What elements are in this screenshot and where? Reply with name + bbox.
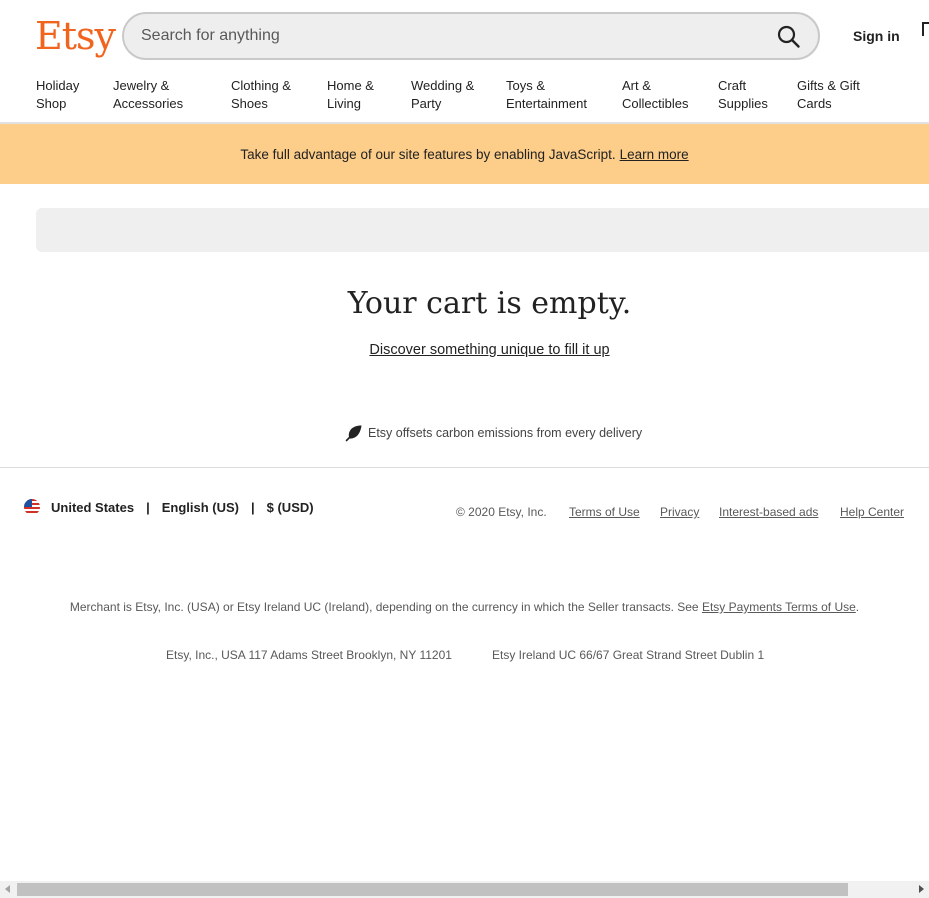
locale-region: United States xyxy=(51,499,135,515)
javascript-warning-banner: Take full advantage of our site features… xyxy=(0,124,929,184)
search-bar xyxy=(122,12,820,60)
merchant-period: . xyxy=(855,600,860,614)
nav-item-gifts-gift-cards[interactable]: Gifts & Gift Cards xyxy=(797,77,860,113)
nav-label-line: Home & xyxy=(327,78,374,93)
nav-label-line: Jewelry & xyxy=(113,78,170,93)
nav-label-line: Wedding & xyxy=(411,78,475,93)
leaf-icon xyxy=(345,424,363,442)
address-ireland: Etsy Ireland UC 66/67 Great Strand Stree… xyxy=(492,648,765,662)
nav-label-line: Accessories xyxy=(113,96,184,111)
merchant-notice: Merchant is Etsy, Inc. (USA) or Etsy Ire… xyxy=(0,600,929,614)
search-icon[interactable] xyxy=(776,24,802,50)
help-center-link[interactable]: Help Center xyxy=(840,505,904,519)
etsy-payments-terms-link[interactable]: Etsy Payments Terms of Use xyxy=(702,600,856,614)
nav-item-wedding-party[interactable]: Wedding & Party xyxy=(411,77,474,113)
discover-link[interactable]: Discover something unique to fill it up xyxy=(369,342,609,358)
address-us: Etsy, Inc., USA 117 Adams Street Brookly… xyxy=(166,648,452,662)
nav-label-line: Craft xyxy=(718,78,747,93)
merchant-text: Merchant is Etsy, Inc. (USA) or Etsy Ire… xyxy=(69,600,699,614)
nav-item-home-living[interactable]: Home & Living xyxy=(327,77,374,113)
terms-of-use-link[interactable]: Terms of Use xyxy=(569,505,640,519)
nav-label-line: Toys & xyxy=(506,78,546,93)
nav-label-line: Party xyxy=(411,96,442,111)
carbon-note-text: Etsy offsets carbon emissions from every… xyxy=(368,426,643,440)
us-flag-icon xyxy=(24,499,40,515)
locale-settings-button[interactable]: United States | English (US) | $ (USD) xyxy=(24,499,314,515)
nav-item-holiday-shop[interactable]: Holiday Shop xyxy=(36,77,79,113)
nav-item-clothing-shoes[interactable]: Clothing & Shoes xyxy=(231,77,291,113)
learn-more-link[interactable]: Learn more xyxy=(620,147,689,162)
nav-label-line: Holiday xyxy=(36,78,80,93)
scrollbar-thumb[interactable] xyxy=(17,883,848,896)
nav-item-craft-supplies[interactable]: Craft Supplies xyxy=(718,77,768,113)
cart-icon[interactable] xyxy=(922,22,929,36)
nav-item-art-collectibles[interactable]: Art & Collectibles xyxy=(622,77,688,113)
discover-container: Discover something unique to fill it up xyxy=(0,342,929,358)
nav-label-line: Cards xyxy=(797,96,832,111)
nav-label-line: Collectibles xyxy=(622,96,689,111)
nav-item-jewelry-accessories[interactable]: Jewelry & Accessories xyxy=(113,77,183,113)
nav-item-toys-entertainment[interactable]: Toys & Entertainment xyxy=(506,77,587,113)
empty-cart-title: Your cart is empty. xyxy=(347,286,632,321)
copyright-text: © 2020 Etsy, Inc. xyxy=(456,505,547,519)
sign-in-button[interactable]: Sign in xyxy=(853,28,900,44)
nav-label-line: Gifts & Gift xyxy=(797,78,860,93)
nav-label-line: Clothing & xyxy=(231,78,291,93)
locale-language: English (US) xyxy=(161,499,239,515)
locale-separator: | xyxy=(251,499,255,515)
nav-label-line: Art & xyxy=(622,78,651,93)
privacy-link[interactable]: Privacy xyxy=(660,505,699,519)
carbon-offset-note: Etsy offsets carbon emissions from every… xyxy=(345,424,642,442)
nav-label-line: Shoes xyxy=(231,96,268,111)
footer-divider xyxy=(0,467,929,468)
etsy-logo[interactable]: Etsy xyxy=(35,13,116,59)
locale-currency: $ (USD) xyxy=(266,499,314,515)
scroll-left-arrow-icon[interactable] xyxy=(5,885,10,893)
nav-label-line: Supplies xyxy=(718,96,768,111)
nav-label-line: Living xyxy=(327,96,361,111)
horizontal-scrollbar[interactable] xyxy=(0,881,929,898)
banner-message: Take full advantage of our site features… xyxy=(240,146,616,162)
cart-header-placeholder xyxy=(36,208,929,252)
scroll-right-arrow-icon[interactable] xyxy=(919,885,924,893)
interest-based-ads-link[interactable]: Interest-based ads xyxy=(719,505,818,519)
search-input[interactable] xyxy=(141,14,741,58)
nav-label-line: Entertainment xyxy=(506,96,587,111)
locale-separator: | xyxy=(146,499,150,515)
nav-label-line: Shop xyxy=(36,96,67,111)
